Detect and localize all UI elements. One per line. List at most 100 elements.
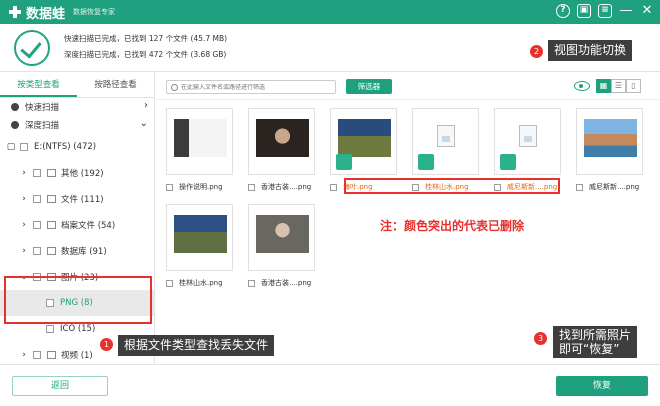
tree-item[interactable]: › 文件 (111)	[0, 186, 154, 212]
file-thumbnail[interactable]	[166, 204, 233, 271]
chevron-right-icon[interactable]: ›	[19, 350, 29, 360]
tree-item-label: 档案文件 (54)	[61, 221, 116, 231]
tree-item[interactable]: › 其他 (192)	[0, 160, 154, 186]
annotation-view-switch: 视图功能切换	[548, 40, 633, 61]
app-name: 数据蛙	[26, 6, 66, 22]
file-name-label: 操作说明.png	[179, 183, 223, 191]
file-thumbnail[interactable]	[412, 108, 479, 175]
checkbox[interactable]	[33, 169, 41, 177]
file-name[interactable]: 操作说明.png	[166, 182, 223, 192]
image-file-icon	[437, 125, 455, 147]
filter-button[interactable]: 筛选器	[346, 79, 392, 94]
file-checkbox[interactable]	[248, 183, 255, 191]
chevron-down-icon: ⌄	[139, 118, 148, 129]
file-checkbox[interactable]	[248, 279, 255, 287]
deleted-note: 注：颜色突出的代表已删除	[380, 219, 525, 233]
save-icon[interactable]: ▣	[577, 4, 591, 18]
file-type-tree: ▢ E:(NTFS) (472) › 其他 (192) › 文件 (111) › 档案文件 (…	[0, 134, 154, 364]
search-icon	[171, 83, 178, 91]
checkbox[interactable]	[20, 143, 28, 151]
file-name-label: 香港古装....png	[261, 279, 312, 287]
thumbnail-image	[584, 119, 637, 157]
highlight-box-deleted	[344, 178, 560, 194]
file-name-label: 威尼斯新....png	[589, 183, 640, 191]
search-box[interactable]	[166, 80, 336, 94]
thumbnail-image	[256, 215, 309, 253]
thumbnail-image	[174, 215, 227, 253]
checkbox[interactable]	[33, 247, 41, 255]
thumbnail-image	[256, 119, 309, 157]
plus-logo-icon	[8, 5, 22, 19]
toolbar: 筛选器 ▦ ☰ ▯	[156, 72, 660, 100]
checkmark-icon	[14, 30, 50, 66]
checkbox[interactable]	[46, 325, 54, 333]
tab-by-type[interactable]: 按类型查看	[0, 72, 77, 97]
quick-scan-mode[interactable]: 快速扫描 ›	[0, 98, 154, 116]
back-button[interactable]: 返回	[12, 376, 108, 396]
tree-item[interactable]: › 档案文件 (54)	[0, 212, 154, 238]
file-thumbnail[interactable]	[166, 108, 233, 175]
file-name-label: 香港古装....png	[261, 183, 312, 191]
png-badge-icon	[500, 154, 516, 170]
menu-icon[interactable]: ≡	[598, 4, 612, 18]
help-icon[interactable]: ?	[556, 4, 570, 18]
tree-item-label: 其他 (192)	[61, 169, 104, 179]
tree-item-label: E:(NTFS) (472)	[34, 142, 97, 152]
file-name-label: 桂林山水.png	[179, 279, 223, 287]
file-thumbnail[interactable]	[494, 108, 561, 175]
detail-view-icon[interactable]: ▯	[626, 79, 641, 93]
image-file-icon	[519, 125, 537, 147]
deep-scan-mode[interactable]: 深度扫描 ⌄	[0, 116, 154, 134]
close-icon[interactable]: ✕	[640, 4, 654, 18]
checkbox[interactable]	[33, 351, 41, 359]
file-checkbox[interactable]	[576, 183, 583, 191]
chevron-right-icon[interactable]: ›	[19, 168, 29, 178]
thumbnail-image	[174, 119, 227, 157]
app-logo: 数据蛙 数据恢复专家	[8, 3, 115, 22]
file-thumbnail[interactable]	[576, 108, 643, 175]
folder-icon	[47, 169, 56, 177]
file-name[interactable]: 香港古装....png	[248, 182, 311, 192]
file-checkbox[interactable]	[166, 183, 173, 191]
file-thumbnail[interactable]	[248, 204, 315, 271]
file-checkbox[interactable]	[166, 279, 173, 287]
chevron-right-icon[interactable]: ›	[19, 220, 29, 230]
file-name[interactable]: 香港古装....png	[248, 278, 311, 288]
tree-item-label: ICO (15)	[60, 324, 96, 334]
grid-view-icon[interactable]: ▦	[596, 79, 611, 93]
chevron-right-icon[interactable]: ›	[19, 194, 29, 204]
preview-eye-icon[interactable]	[574, 81, 590, 91]
annotation-badge-3: 3	[534, 332, 547, 345]
search-input[interactable]	[181, 83, 331, 91]
thumbnail-image	[338, 119, 391, 157]
quick-scan-status: 快速扫描已完成，已找到 127 个文件 (45.7 MB)	[64, 34, 228, 43]
folder-icon	[47, 195, 56, 203]
restore-button[interactable]: 恢复	[556, 376, 648, 396]
file-thumbnail[interactable]	[248, 108, 315, 175]
radio-icon	[11, 103, 19, 111]
annotation-badge-1: 1	[100, 338, 113, 351]
tree-item[interactable]: › 数据库 (91)	[0, 238, 154, 264]
checkbox[interactable]	[33, 221, 41, 229]
tree-item[interactable]: ▢ E:(NTFS) (472)	[0, 134, 154, 160]
tree-item-label: 视频 (1)	[61, 351, 93, 361]
chevron-right-icon: ›	[144, 100, 148, 111]
checkbox[interactable]	[33, 195, 41, 203]
chevron-right-icon[interactable]: ›	[19, 246, 29, 256]
file-thumbnail[interactable]	[330, 108, 397, 175]
expand-icon[interactable]: ▢	[6, 142, 16, 152]
file-name[interactable]: 威尼斯新....png	[576, 182, 639, 192]
list-view-icon[interactable]: ☰	[611, 79, 626, 93]
annotation-restore: 找到所需照片 即可“恢复”	[553, 326, 638, 358]
folder-icon	[47, 351, 56, 359]
deep-scan-status: 深度扫描已完成，已找到 472 个文件 (3.68 GB)	[64, 50, 227, 59]
file-checkbox[interactable]	[330, 183, 337, 191]
minimize-icon[interactable]: —	[619, 4, 633, 18]
file-name[interactable]: 桂林山水.png	[166, 278, 223, 288]
tab-by-path[interactable]: 按路径查看	[77, 72, 154, 97]
radio-icon	[11, 121, 19, 129]
title-bar: 数据蛙 数据恢复专家 ? ▣ ≡ — ✕	[0, 0, 660, 24]
annotation-badge-2: 2	[530, 45, 543, 58]
tree-item-label: 数据库 (91)	[61, 247, 107, 257]
folder-icon	[47, 221, 56, 229]
